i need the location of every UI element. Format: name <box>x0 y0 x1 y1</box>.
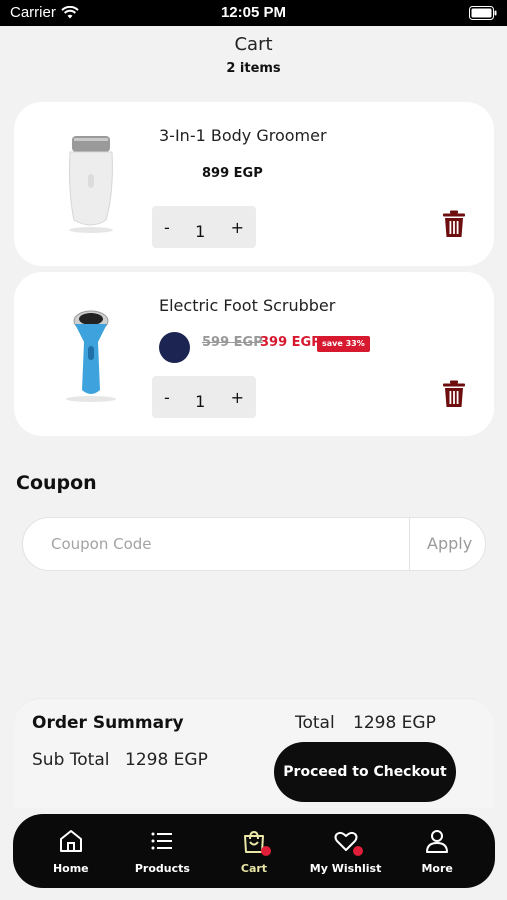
total-label: Total <box>295 713 335 733</box>
status-time: 12:05 PM <box>220 4 287 21</box>
tab-label: My Wishlist <box>309 861 382 875</box>
item-count: 2 items <box>226 61 281 76</box>
product-name[interactable]: Electric Foot Scrubber <box>159 296 335 315</box>
total-value: 1298 EGP <box>353 713 436 733</box>
tab-wishlist[interactable]: My Wishlist <box>301 828 391 875</box>
order-summary-heading: Order Summary <box>32 713 184 733</box>
increase-button[interactable]: + <box>231 218 244 237</box>
subtotal-value: 1298 EGP <box>125 750 208 770</box>
coupon-divider <box>409 518 410 570</box>
increase-button[interactable]: + <box>231 388 244 407</box>
trash-icon[interactable] <box>442 380 466 408</box>
tab-label: More <box>421 861 453 875</box>
tab-label: Home <box>52 861 89 875</box>
quantity-value: 1 <box>195 221 206 241</box>
battery-icon <box>469 6 497 20</box>
apply-coupon-button[interactable]: Apply <box>427 534 472 553</box>
subtotal-label: Sub Total <box>32 750 110 770</box>
tab-products[interactable]: Products <box>117 828 207 875</box>
status-bar: Carrier 12:05 PM <box>0 0 507 26</box>
tab-label: Products <box>134 861 190 875</box>
coupon-heading: Coupon <box>16 472 97 494</box>
cart-icon-wrap <box>241 828 271 856</box>
tab-more[interactable]: More <box>392 828 482 875</box>
quantity-stepper: - 1 + <box>152 206 256 248</box>
coupon-input[interactable] <box>51 528 391 560</box>
tab-cart[interactable]: Cart <box>209 828 299 875</box>
trash-icon[interactable] <box>442 210 466 238</box>
checkout-button[interactable]: Proceed to Checkout <box>274 742 456 802</box>
quantity-value: 1 <box>195 391 206 411</box>
discount-badge: save 33% <box>317 336 370 352</box>
cart-header: Cart 2 items <box>0 34 507 76</box>
notification-dot <box>260 845 271 856</box>
cart-item-card: Electric Foot Scrubber 599 EGP 399 EGP s… <box>14 272 494 436</box>
original-price: 599 EGP <box>202 335 263 350</box>
sale-price: 399 EGP <box>260 335 321 350</box>
home-icon <box>59 829 82 852</box>
decrease-button[interactable]: - <box>164 388 170 407</box>
coupon-form: Apply <box>22 517 486 571</box>
color-swatch <box>159 332 190 363</box>
wishlist-icon-wrap <box>333 828 363 856</box>
page-title: Cart <box>234 34 273 55</box>
user-icon <box>426 829 449 853</box>
notification-dot <box>352 845 363 856</box>
tab-home[interactable]: Home <box>26 828 116 875</box>
product-image <box>69 136 113 233</box>
decrease-button[interactable]: - <box>164 218 170 237</box>
product-name[interactable]: 3-In-1 Body Groomer <box>159 126 327 145</box>
list-icon <box>151 832 173 849</box>
product-image <box>66 310 116 402</box>
tab-label: Cart <box>240 861 268 875</box>
product-price: 899 EGP <box>202 166 263 181</box>
cart-item-card: 3-In-1 Body Groomer 899 EGP - 1 + <box>14 102 494 266</box>
bottom-tab-bar: Home Products Cart My Wishlist More <box>13 814 495 888</box>
quantity-stepper: - 1 + <box>152 376 256 418</box>
